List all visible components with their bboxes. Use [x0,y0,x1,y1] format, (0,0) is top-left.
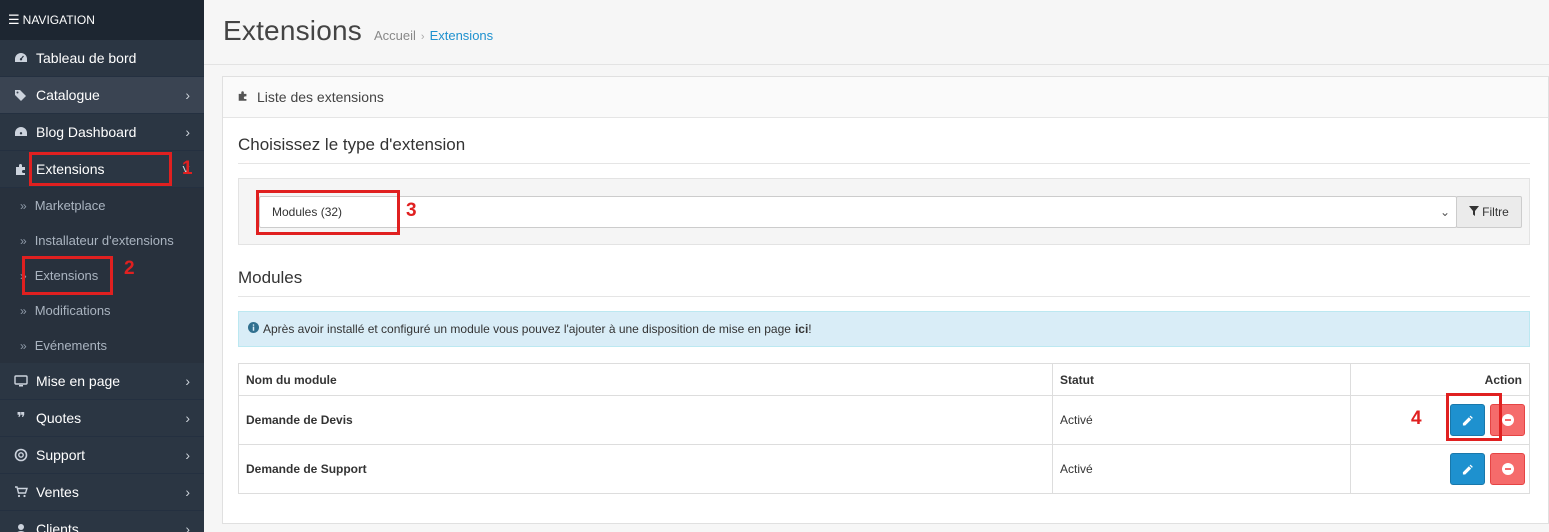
table-row: Demande de Support Activé [238,444,1530,494]
sidebar-subitem-installer[interactable]: » Installateur d'extensions [0,223,204,258]
page-header: Extensions Accueil › Extensions [204,0,1549,65]
chevron-right-icon: › [185,521,190,532]
sidebar-subitem-modifications[interactable]: » Modifications [0,293,204,328]
sidebar-item-dashboard[interactable]: Tableau de bord [0,40,204,77]
breadcrumb-home-link[interactable]: Accueil [374,28,416,43]
angle-double-right-icon: » [20,198,27,213]
dashboard-icon [12,126,30,138]
chevron-down-icon: ⌄ [1439,205,1450,219]
angle-double-right-icon: » [20,233,27,248]
alert-link[interactable]: ici [795,322,808,336]
sidebar-item-label: Clients [36,521,79,532]
sidebar-subitem-events[interactable]: » Evénements [0,328,204,363]
annotation-box-3 [256,190,400,235]
alert-end: ! [808,322,812,336]
annotation-number-2: 2 [124,258,135,279]
breadcrumb-current-link[interactable]: Extensions [430,28,494,43]
info-alert: Après avoir installé et configuré un mod… [238,311,1530,347]
navigation-header[interactable]: ☰ NAVIGATION [0,0,204,40]
cart-icon [12,486,30,498]
desktop-icon [12,375,30,387]
sidebar-item-label: Ventes [36,484,79,500]
life-ring-icon [12,448,30,462]
tags-icon [12,89,30,101]
module-status: Activé [1052,444,1351,494]
puzzle-icon [12,163,30,176]
module-name: Demande de Support [238,444,1053,494]
chevron-right-icon: › [185,484,190,500]
angle-double-right-icon: » [20,338,27,353]
menu-icon: ☰ [8,12,20,27]
choose-type-heading: Choisissez le type d'extension [238,135,1530,164]
table-row: Demande de Devis Activé [238,395,1530,445]
minus-circle-icon [1501,414,1514,426]
sidebar-item-layout[interactable]: Mise en page › [0,363,204,400]
panel-title: Liste des extensions [257,89,384,105]
module-name: Demande de Devis [238,395,1053,445]
sidebar-item-sales[interactable]: Ventes › [0,474,204,511]
annotation-box-2 [22,256,113,295]
annotation-box-1 [29,152,172,186]
chevron-right-icon: › [185,87,190,103]
modules-heading: Modules [238,268,1530,297]
filter-well: Modules (32) ⌄ Filtre [238,178,1530,245]
page-title: Extensions [223,15,362,46]
table-header-row: Nom du module Statut Action [238,363,1530,396]
chevron-right-icon: › [185,124,190,140]
user-icon [12,523,30,532]
chevron-right-icon: › [185,410,190,426]
sidebar-item-label: Tableau de bord [36,50,137,66]
alert-text: Après avoir installé et configuré un mod… [263,322,791,336]
dashboard-icon [12,52,30,64]
extension-type-select[interactable]: Modules (32) ⌄ [259,196,1457,228]
sidebar-item-quotes[interactable]: ❞ Quotes › [0,400,204,437]
module-actions [1350,395,1530,445]
sidebar-item-support[interactable]: Support › [0,437,204,474]
breadcrumb-separator-icon: › [420,31,425,43]
module-status: Activé [1052,395,1351,445]
puzzle-icon [237,90,249,105]
filter-button[interactable]: Filtre [1456,196,1522,228]
sidebar-item-label: Mise en page [36,373,121,389]
navigation-title: NAVIGATION [22,13,95,27]
filter-button-label: Filtre [1482,205,1509,219]
panel-heading: Liste des extensions [223,77,1548,118]
annotation-box-4 [1446,393,1502,441]
angle-double-right-icon: » [20,303,27,318]
annotation-number-3: 3 [406,200,417,221]
annotation-number-4: 4 [1411,408,1422,429]
extensions-panel: Liste des extensions Choisissez le type … [222,76,1549,524]
breadcrumb: Accueil › Extensions [374,28,493,47]
uninstall-button[interactable] [1490,453,1525,485]
chevron-right-icon: › [185,373,190,389]
sidebar-item-label: Catalogue [36,87,100,103]
annotation-number-1: 1 [182,158,193,179]
sidebar-subitem-marketplace[interactable]: » Marketplace [0,188,204,223]
column-header-status[interactable]: Statut [1052,363,1351,396]
sidebar-item-label: Blog Dashboard [36,124,137,140]
minus-circle-icon [1501,463,1514,475]
sidebar-item-label: Quotes [36,410,82,426]
modules-table: Nom du module Statut Action Demande de D… [238,363,1530,494]
column-header-action: Action [1350,363,1530,396]
sidebar-item-label: Support [36,447,86,463]
quote-icon: ❞ [16,410,26,427]
column-header-name[interactable]: Nom du module [238,363,1053,396]
sidebar-item-blog-dashboard[interactable]: Blog Dashboard › [0,114,204,151]
edit-button[interactable] [1449,453,1485,485]
info-circle-icon [248,322,259,336]
sidebar-item-catalogue[interactable]: Catalogue › [0,77,204,114]
sidebar-item-customers[interactable]: Clients › [0,511,204,532]
main-content: Extensions Accueil › Extensions Liste des … [204,0,1549,532]
filter-icon [1469,205,1480,219]
module-actions [1350,444,1530,494]
pencil-icon [1462,464,1473,475]
chevron-right-icon: › [185,447,190,463]
